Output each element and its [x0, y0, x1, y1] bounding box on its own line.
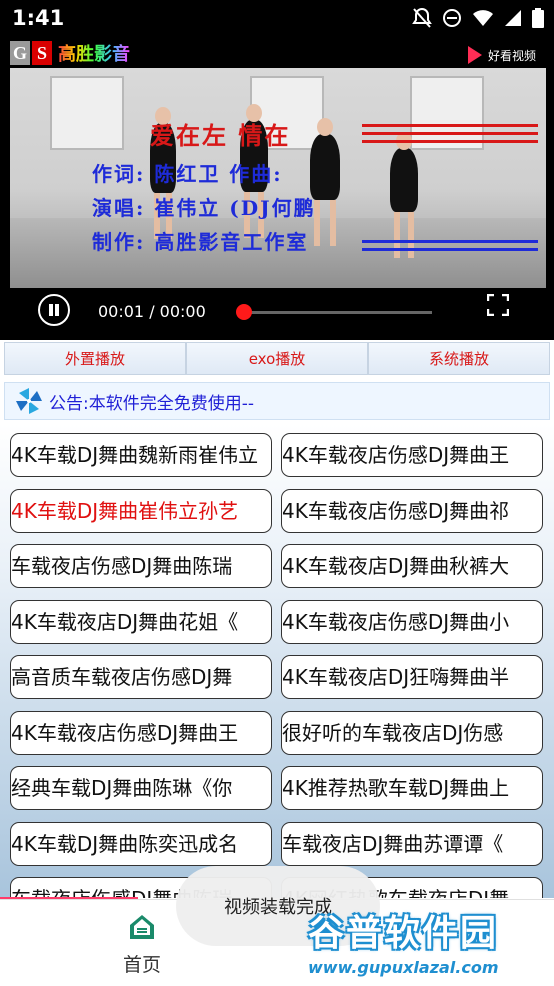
song-grid: 4K车载DJ舞曲魏新雨崔伟立 4K车载夜店伤感DJ舞曲王 4K车载DJ舞曲崔伟立孙艺… [0, 424, 554, 898]
song-title: 4K推荐热歌车载DJ舞曲上 [282, 776, 510, 800]
watermark-title: 谷普软件园 [308, 913, 499, 954]
watermark-url: www.gupuxlazal.com [308, 958, 499, 977]
song-item[interactable]: 4K推荐热歌车载DJ舞曲上 [281, 766, 543, 810]
song-title: 4K车载夜店伤感DJ舞曲祁 [282, 498, 510, 523]
song-item[interactable]: 车载夜店DJ舞曲苏谭谭《 [281, 821, 543, 866]
song-item[interactable]: 车载夜店伤感DJ舞曲陈瑞 [10, 544, 272, 588]
system-player-button[interactable]: 系统播放 [368, 342, 550, 375]
song-title: 很好听的车载夜店DJ伤感 [282, 720, 504, 745]
wifi-icon [473, 10, 493, 26]
song-title: 车载夜店伤感DJ舞曲陈瑞 [11, 554, 233, 578]
song-item[interactable]: 4K车载夜店伤感DJ舞曲王 [281, 433, 543, 477]
home-icon [130, 915, 154, 939]
notice-bar: 公告:本软件完全免费使用-- [4, 382, 550, 420]
song-item[interactable]: 4K车载夜店DJ舞曲秋裤大 [281, 544, 543, 588]
do-not-disturb-icon [443, 9, 461, 27]
video-frame: 爱在左 情在 作词: 陈红卫 作曲: 演唱: 崔伟立 (DJ何鹏 制作: 高胜影… [10, 68, 546, 288]
exo-player-button[interactable]: exo播放 [186, 342, 368, 375]
channel-logo: G S 高胜影音 [10, 40, 130, 66]
song-title: 4K车载夜店伤感DJ舞曲王 [282, 443, 510, 467]
song-item[interactable]: 4K车载夜店伤感DJ舞曲小 [281, 599, 543, 644]
player-mode-tabs: 外置播放 exo播放 系统播放 [4, 342, 550, 375]
lyric-title: 爱在左 情在 [150, 121, 291, 150]
song-title: 4K车载夜店伤感DJ舞曲王 [11, 720, 239, 745]
video-player[interactable]: G S 高胜影音 好看视频 爱在左 情在 作词: 陈红卫 作曲: 演唱: 崔伟立… [0, 36, 554, 340]
lyric-line: 制作: 高胜影音工作室 [92, 230, 309, 254]
song-title: 4K车载夜店DJ舞曲秋裤大 [282, 554, 510, 578]
fullscreen-icon[interactable] [487, 294, 509, 316]
external-player-button[interactable]: 外置播放 [4, 342, 186, 375]
song-item[interactable]: 4K车载夜店DJ舞曲花姐《 [10, 599, 272, 644]
bell-off-icon [412, 7, 432, 28]
lyric-line: 演唱: 崔伟立 (DJ何鹏 [92, 196, 316, 220]
haokan-play-icon [467, 46, 482, 64]
song-item[interactable]: 很好听的车载夜店DJ伤感 [281, 710, 543, 755]
song-title: 高音质车载夜店伤感DJ舞 [11, 665, 233, 689]
tab-home-label: 首页 [122, 954, 161, 976]
site-watermark: 谷普软件园 www.gupuxlazal.com [302, 900, 554, 985]
song-title: 经典车载DJ舞曲陈琳《你 [11, 776, 233, 800]
status-time: 1:41 [12, 6, 65, 30]
song-item[interactable]: 4K车载DJ舞曲崔伟立孙艺 [10, 488, 272, 533]
song-item[interactable]: 4K车载DJ舞曲陈奕迅成名 [10, 821, 272, 866]
song-title: 4K车载DJ舞曲崔伟立孙艺 [11, 498, 239, 523]
dancer [310, 118, 340, 246]
pinwheel-icon [16, 388, 42, 414]
timecode: 00:01 / 00:00 [98, 302, 206, 321]
tab-home[interactable]: 首页 [100, 912, 184, 977]
battery-icon [532, 8, 544, 28]
notice-text: 公告:本软件完全免费使用-- [49, 393, 254, 414]
pause-button[interactable] [38, 294, 70, 326]
song-item[interactable]: 4K车载夜店伤感DJ舞曲王 [10, 710, 272, 755]
seek-thumb[interactable] [236, 304, 252, 320]
song-item[interactable]: 4K车载DJ舞曲魏新雨崔伟立 [10, 433, 272, 477]
song-item[interactable]: 4K车载夜店DJ狂嗨舞曲半 [281, 655, 543, 699]
song-title: 车载夜店DJ舞曲苏谭谭《 [282, 831, 504, 856]
player-controls: 00:01 / 00:00 [0, 294, 554, 340]
song-title: 4K车载DJ舞曲魏新雨崔伟立 [11, 443, 259, 467]
signal-icon [505, 10, 521, 26]
logo-text: 高胜影音 [58, 40, 130, 66]
song-title: 4K车载DJ舞曲陈奕迅成名 [11, 831, 239, 856]
status-bar: 1:41 [0, 0, 554, 36]
song-title: 4K车载夜店DJ舞曲花姐《 [11, 609, 239, 634]
song-title: 4K车载夜店DJ狂嗨舞曲半 [282, 665, 510, 689]
song-title: 4K车载夜店伤感DJ舞曲小 [282, 609, 510, 634]
haokan-badge: 好看视频 [467, 46, 536, 64]
dancer [390, 132, 418, 258]
song-item[interactable]: 4K车载夜店伤感DJ舞曲祁 [281, 488, 543, 533]
seek-bar[interactable] [236, 304, 432, 320]
lyric-line: 作词: 陈红卫 作曲: [92, 162, 283, 186]
song-item[interactable]: 经典车载DJ舞曲陈琳《你 [10, 766, 272, 810]
song-item[interactable]: 高音质车载夜店伤感DJ舞 [10, 655, 272, 699]
